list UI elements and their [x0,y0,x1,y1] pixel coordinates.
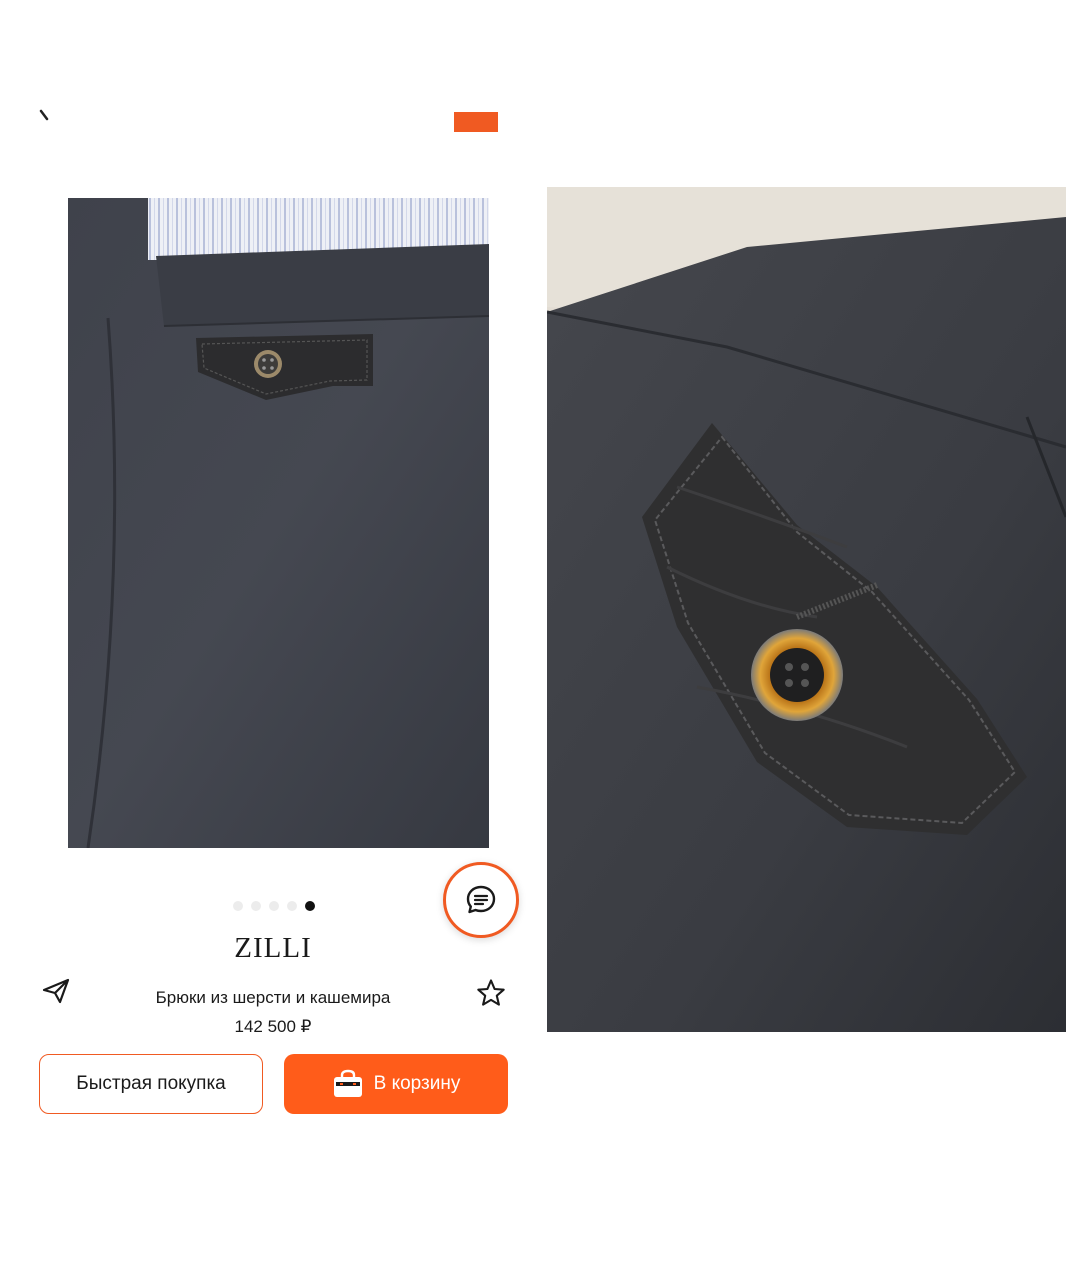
paper-plane-icon[interactable] [42,978,70,1004]
gallery-pagination[interactable] [233,901,315,911]
product-brand[interactable]: ZILLI [200,932,346,965]
product-title: Брюки из шерсти и кашемира [155,988,391,1007]
gallery-dot[interactable] [251,901,261,911]
quick-buy-button[interactable]: Быстрая покупка [39,1054,263,1114]
add-to-cart-label: В корзину [373,1073,461,1094]
product-price: 142 500 ₽ [234,1017,312,1036]
product-photo-main[interactable] [68,198,489,848]
gallery-dot-active[interactable] [305,901,315,911]
gallery-dot[interactable] [269,901,279,911]
quick-buy-label: Быстрая покупка [76,1073,226,1094]
chat-bubble-icon [466,885,496,914]
shopping-bag-icon[interactable] [454,112,498,132]
shopping-bag-icon [333,1069,362,1097]
gallery-dot[interactable] [287,901,297,911]
product-photo-detail[interactable] [547,187,1066,1032]
add-to-cart-button[interactable]: В корзину [284,1054,508,1114]
back-arrow-icon[interactable] [38,108,52,122]
star-outline-icon[interactable] [476,978,506,1008]
gallery-dot[interactable] [233,901,243,911]
chat-button[interactable] [443,862,519,938]
